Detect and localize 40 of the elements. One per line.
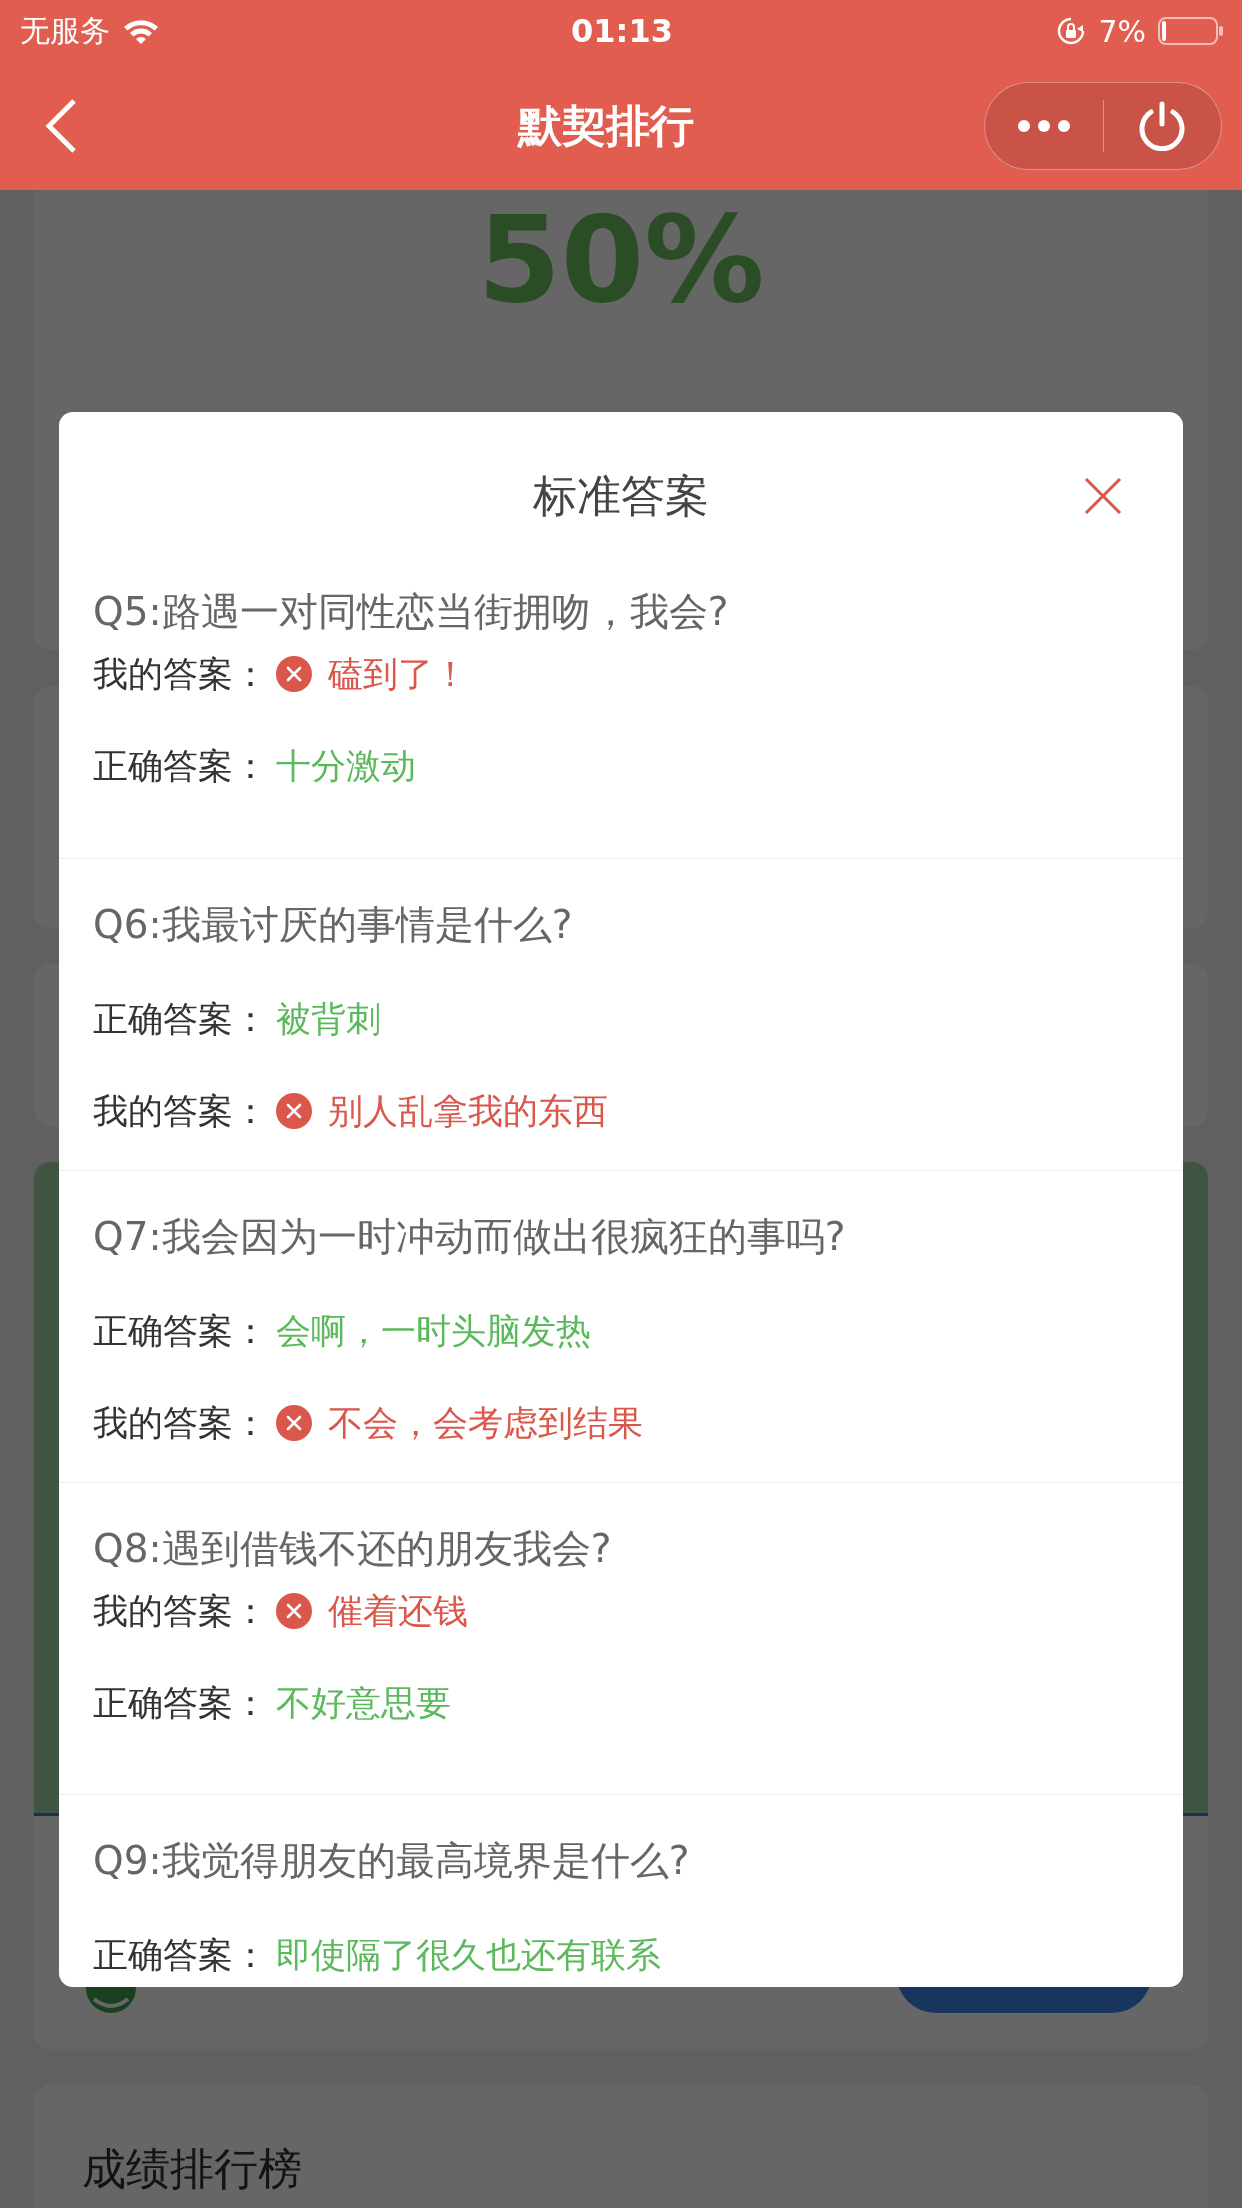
ranking-title: 成绩排行榜 (81, 2142, 303, 2196)
back-icon[interactable] (44, 98, 78, 154)
rotation-lock-icon (1056, 16, 1087, 46)
page-title: 默契排行 (516, 98, 695, 153)
correct-answer: 被背刺 (276, 997, 381, 1041)
my-answer: 磕到了！ (328, 652, 468, 696)
answer-label: 正确答案： (93, 1681, 268, 1725)
question-text: Q6:我最讨厌的事情是什么? (93, 901, 574, 949)
my-answer: 催着还钱 (328, 1589, 468, 1633)
correct-answer: 不好意思要 (276, 1681, 451, 1725)
more-icon (1017, 120, 1070, 132)
answer-label: 我的答案： (93, 1089, 268, 1133)
error-icon (276, 1405, 312, 1441)
my-answer: 不会，会考虑到结果 (328, 1401, 643, 1445)
close-button[interactable] (1083, 476, 1123, 516)
dialog-title: 标准答案 (533, 469, 709, 523)
clock-time: 01:13 (571, 12, 673, 50)
error-icon (276, 656, 312, 692)
carrier-text: 无服务 (20, 11, 110, 50)
correct-answer: 会啊，一时头脑发热 (276, 1309, 591, 1353)
correct-answer: 即使隔了很久也还有联系 (276, 1933, 661, 1977)
battery-percent: 7% (1098, 13, 1146, 49)
answer-label: 我的答案： (93, 1589, 268, 1633)
error-icon (276, 1093, 312, 1129)
answer-label: 我的答案： (93, 1401, 268, 1445)
answer-label: 我的答案： (93, 652, 268, 696)
answer-label: 正确答案： (93, 1309, 268, 1353)
correct-answer: 十分激动 (276, 744, 416, 788)
score-percent: 50% (476, 190, 766, 330)
answer-label: 正确答案： (93, 744, 268, 788)
error-icon (276, 1593, 312, 1629)
question-text: Q5:路遇一对同性恋当街拥吻，我会? (93, 588, 730, 636)
answer-label: 正确答案： (93, 1933, 268, 1977)
my-answer: 别人乱拿我的东西 (328, 1089, 608, 1133)
question-text: Q8:遇到借钱不还的朋友我会? (93, 1525, 613, 1573)
close-icon (1083, 476, 1123, 516)
question-text: Q7:我会因为一时冲动而做出很疯狂的事吗? (93, 1213, 847, 1261)
answer-label: 正确答案： (93, 997, 268, 1041)
battery-icon (1158, 16, 1224, 46)
question-text: Q9:我觉得朋友的最高境界是什么? (93, 1837, 691, 1885)
